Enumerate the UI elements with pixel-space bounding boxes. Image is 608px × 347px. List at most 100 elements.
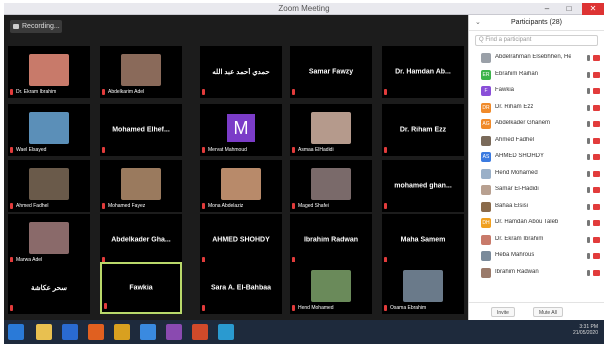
participant-row[interactable]: Heba Mahrous [469,248,604,265]
profile-photo [311,270,351,302]
participant-row[interactable]: Bahaa Elsisi [469,199,604,216]
video-off-icon[interactable] [593,170,600,177]
video-off-icon[interactable] [593,154,600,160]
mute-all-button[interactable]: Mute All [533,307,563,317]
video-tile[interactable]: Mohamed Elhef... [100,104,182,156]
browser-icon[interactable] [62,324,78,340]
muted-mic-icon [202,89,205,95]
participant-name: Ibrahim Radwan [495,268,539,275]
video-tile[interactable]: Maged Shafei [290,160,372,212]
video-tile[interactable]: Dr. Ekram Ibrahim [8,46,90,98]
recording-label: Recording... [22,23,60,30]
video-tile[interactable]: Mona Abdelaziz [200,160,282,212]
participant-row[interactable]: Hend Mohamed [469,166,604,183]
video-tile[interactable]: Asmaa ElHadidi [290,104,372,156]
video-off-icon[interactable] [593,203,600,210]
mic-icon[interactable] [587,203,590,210]
video-tile[interactable]: Wael Elsayed [8,104,90,156]
participant-search-input[interactable]: Q Find a participant [475,35,598,46]
video-tile[interactable]: Hend Mohamed [290,262,372,314]
mic-icon[interactable] [587,187,590,193]
video-tile[interactable]: Fawkia [100,262,182,314]
video-tile[interactable]: Abdelkader Gha... [100,214,182,266]
recording-indicator[interactable]: Recording... [10,20,62,33]
messenger-icon[interactable] [218,324,234,340]
video-off-icon[interactable] [593,104,600,111]
video-tile[interactable]: Maha Samem [382,214,464,266]
mic-icon[interactable] [587,220,590,226]
video-tile[interactable]: حمدي أحمد عبد الله [200,46,282,98]
video-tile[interactable]: Sara A. El-Bahbaa [200,262,282,314]
minimize-button[interactable]: – [536,3,558,15]
participant-label: Dr. Ekram Ibrahim [14,89,59,95]
video-tile[interactable]: Ibrahim Radwan [290,214,372,266]
participant-name: Samar Fawzy [308,68,354,76]
participant-name: Dr. Hamdan Ab... [395,68,451,76]
video-tile[interactable]: Ahmed Fadhel [8,160,90,212]
participant-row[interactable]: DH Dr. Hamdan Abou Taleb [469,215,604,232]
mic-icon[interactable] [587,104,590,111]
folder-icon[interactable] [36,324,52,340]
video-tile[interactable]: AHMED SHOHDY [200,214,282,266]
firefox-icon[interactable] [88,324,104,340]
start-icon[interactable] [8,324,24,340]
mic-icon[interactable] [587,71,590,78]
participant-name: Bahaa Elsisi [495,202,529,209]
mic-icon[interactable] [587,236,590,243]
participant-row[interactable]: Ahmed Fadhel [469,133,604,150]
muted-mic-icon [10,147,13,153]
participant-row[interactable]: Samar El-Hadidi [469,182,604,199]
mic-icon[interactable] [587,121,590,127]
video-tile[interactable]: Samar Fawzy [290,46,372,98]
zoom-icon[interactable] [140,324,156,340]
video-off-icon[interactable] [593,253,600,259]
powerpoint-icon[interactable] [192,324,208,340]
mic-icon[interactable] [587,253,590,259]
mic-icon[interactable] [587,137,590,144]
participant-label: Abdelkarim Adel [106,89,147,95]
participant-name: AHMED SHOHDY [212,236,270,244]
close-button[interactable]: ✕ [582,3,604,15]
video-tile[interactable]: سحر عكاشة [8,262,90,314]
mic-icon[interactable] [587,88,590,94]
video-off-icon[interactable] [593,220,600,226]
participant-name: Dr. Hamdan Abou Taleb [495,219,559,225]
video-off-icon[interactable] [593,71,600,78]
video-off-icon[interactable] [593,88,600,94]
participant-row[interactable]: Ibrahim Radwan [469,265,604,282]
participant-row[interactable]: AG Abdelkader Ghanem [469,116,604,133]
video-off-icon[interactable] [593,55,600,61]
video-off-icon[interactable] [593,121,600,127]
participant-row[interactable]: F Fawkia [469,83,604,100]
participant-label: Mervat Mahmoud [206,147,249,153]
mic-icon[interactable] [587,170,590,177]
video-tile[interactable]: M Mervat Mahmoud [200,104,282,156]
participant-row[interactable]: AS AHMED SHOHDY [469,149,604,166]
participant-name: Fawkia [495,87,515,93]
video-tile[interactable]: Dr. Hamdan Ab... [382,46,464,98]
mic-icon[interactable] [587,269,590,276]
participant-label: Ahmed Fadhel [14,203,51,209]
video-off-icon[interactable] [593,187,600,193]
participant-row[interactable]: DR Dr. Riham Ezz [469,100,604,117]
mic-icon[interactable] [587,154,590,160]
invite-button[interactable]: Invite [491,307,515,317]
video-off-icon[interactable] [593,236,600,243]
participant-row[interactable]: Dr. Ekram Ibrahim [469,232,604,249]
video-off-icon[interactable] [593,137,600,144]
video-tile[interactable]: Abdelkarim Adel [100,46,182,98]
video-tile[interactable]: mohamed ghan... [382,160,464,212]
video-tile[interactable]: Marwa Adel [8,214,90,266]
participant-row[interactable]: ER Ebrahim Raihan [469,67,604,84]
app-icon[interactable] [166,324,182,340]
video-tile[interactable]: Mohamed Fayez [100,160,182,212]
participant-avatar: F [481,86,491,96]
video-tile[interactable]: Dr. Riham Ezz [382,104,464,156]
chrome-icon[interactable] [114,324,130,340]
muted-mic-icon [384,89,387,95]
video-off-icon[interactable] [593,269,600,276]
mic-icon[interactable] [587,55,590,61]
maximize-button[interactable]: □ [558,3,580,15]
participant-row[interactable]: Abdelrahman Elsebhhen, Hei... [469,50,604,67]
video-tile[interactable]: Osama Ebrahim [382,262,464,314]
